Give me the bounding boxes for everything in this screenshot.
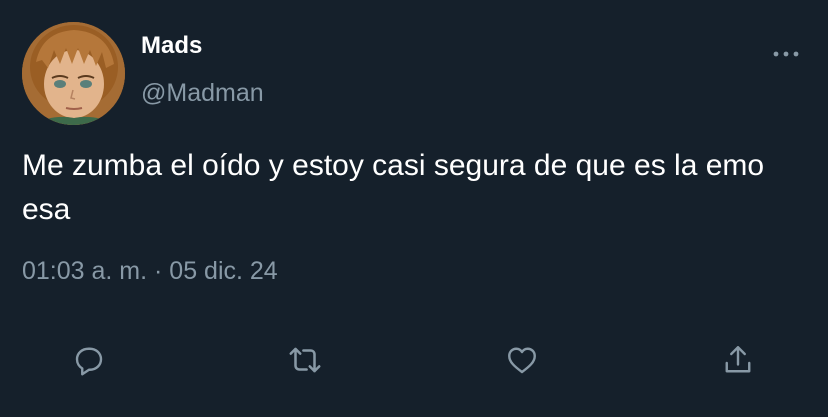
share-button[interactable] xyxy=(718,340,758,380)
tweet-timestamp[interactable]: 01:03 a. m. · 05 dic. 24 xyxy=(22,255,278,287)
tweet-text: Me zumba el oído y estoy casi segura de … xyxy=(22,149,765,226)
retweet-button[interactable] xyxy=(285,340,325,380)
more-options-button[interactable] xyxy=(766,42,806,66)
user-avatar-icon xyxy=(22,22,125,125)
heart-icon xyxy=(508,347,536,374)
like-button[interactable] xyxy=(502,340,542,380)
retweet-icon xyxy=(289,347,321,373)
author-handle[interactable]: @Madman xyxy=(141,77,264,109)
share-icon xyxy=(725,346,751,373)
reply-button[interactable] xyxy=(69,340,109,380)
author-display-name[interactable]: Mads xyxy=(141,30,202,62)
tweet-card: Mads @Madman Me zumba el oído y estoy ca… xyxy=(0,0,828,417)
reply-icon xyxy=(75,347,103,376)
more-horizontal-icon xyxy=(773,51,799,57)
avatar[interactable] xyxy=(22,22,125,125)
